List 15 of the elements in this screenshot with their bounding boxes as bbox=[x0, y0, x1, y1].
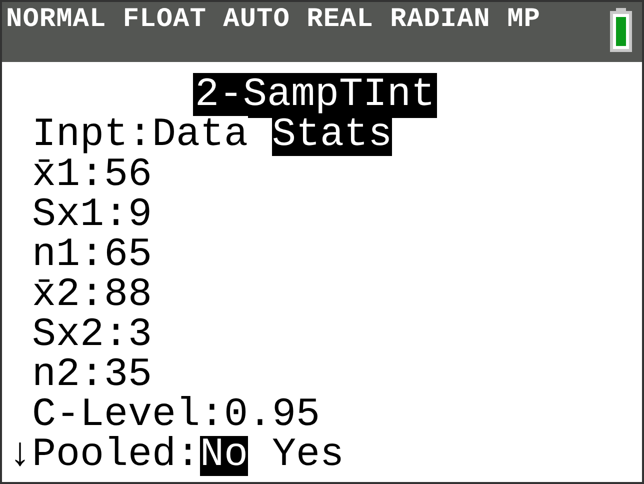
battery-icon bbox=[610, 8, 632, 52]
status-text: NORMAL FLOAT AUTO REAL RADIAN MP bbox=[6, 4, 540, 36]
field-entry[interactable]: C-Level:0.95 bbox=[32, 396, 320, 436]
field-label: Inpt: bbox=[32, 116, 152, 156]
field-entry[interactable]: x̄1:56 bbox=[32, 156, 152, 196]
scroll-down-arrow: ↓ bbox=[8, 436, 32, 476]
field-label: Pooled: bbox=[32, 436, 200, 476]
field-entry[interactable]: x̄2:88 bbox=[32, 276, 152, 316]
field-entry[interactable]: Sx2:3 bbox=[32, 316, 152, 356]
option[interactable]: Stats bbox=[272, 116, 392, 156]
option[interactable]: No bbox=[200, 436, 248, 476]
field-entry[interactable]: n2:35 bbox=[32, 356, 152, 396]
field-entry[interactable]: n1:65 bbox=[32, 236, 152, 276]
field-entry[interactable]: Sx1:9 bbox=[32, 196, 152, 236]
screen-title: 2-SampTInt bbox=[193, 73, 438, 118]
